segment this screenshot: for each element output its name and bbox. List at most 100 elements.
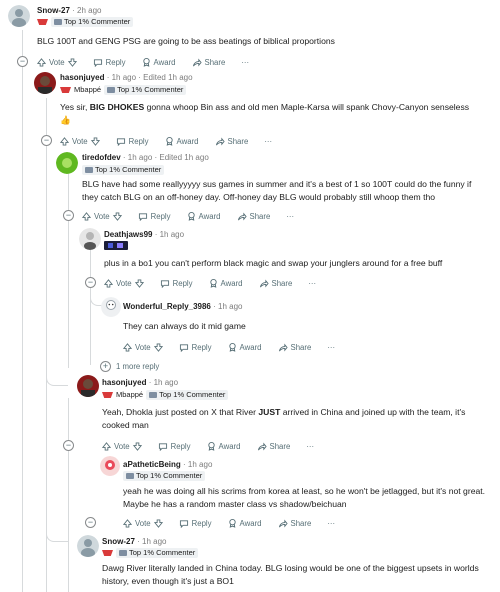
username[interactable]: Wonderful_Reply_3986 xyxy=(123,302,211,311)
avatar[interactable] xyxy=(8,5,30,27)
comment-actions: Vote Reply Award Share ··· xyxy=(60,135,288,147)
award-button[interactable]: Award xyxy=(165,136,199,146)
share-button[interactable]: Share xyxy=(237,212,270,221)
more-options-button[interactable]: ··· xyxy=(327,343,335,352)
collapse-button[interactable]: − xyxy=(85,517,96,528)
downvote-icon xyxy=(153,518,163,528)
timestamp[interactable]: 1h ago xyxy=(112,73,136,82)
award-button[interactable]: Award xyxy=(228,342,262,352)
award-button[interactable]: Award xyxy=(228,518,262,528)
username[interactable]: Snow-27 xyxy=(37,6,70,15)
share-button[interactable]: Share xyxy=(278,519,311,528)
award-button[interactable]: Award xyxy=(142,57,176,67)
thread-line[interactable] xyxy=(68,168,69,368)
username[interactable]: aPatheticBeing xyxy=(123,460,181,469)
avatar[interactable] xyxy=(101,297,121,317)
share-icon xyxy=(192,58,202,66)
vote-button[interactable]: Vote xyxy=(60,137,100,146)
award-icon xyxy=(187,211,195,221)
collapse-button[interactable]: − xyxy=(63,210,74,221)
username[interactable]: hasonjuyed xyxy=(60,73,104,82)
badge-icon xyxy=(119,550,127,556)
username[interactable]: hasonjuyed xyxy=(102,378,146,387)
more-options-button[interactable]: ··· xyxy=(264,137,272,146)
vote-button[interactable]: Vote xyxy=(82,212,122,221)
badge-icon xyxy=(85,167,93,173)
upvote-icon xyxy=(102,441,111,451)
share-button[interactable]: Share xyxy=(215,137,248,146)
share-button[interactable]: Share xyxy=(259,279,292,288)
award-button[interactable]: Award xyxy=(187,211,221,221)
comment-body: BLG 100T and GENG PSG are going to be as… xyxy=(37,36,335,46)
share-icon xyxy=(278,343,288,351)
collapse-button[interactable]: − xyxy=(85,277,96,288)
timestamp[interactable]: 1h ago xyxy=(128,153,152,162)
username[interactable]: Deathjaws99 xyxy=(104,230,152,239)
timestamp[interactable]: 1h ago xyxy=(218,302,242,311)
avatar[interactable] xyxy=(77,535,99,557)
avatar[interactable] xyxy=(56,152,78,174)
reply-button[interactable]: Reply xyxy=(93,58,126,67)
timestamp[interactable]: 1h ago xyxy=(154,378,178,387)
thread-line[interactable] xyxy=(46,98,47,592)
thread-line[interactable] xyxy=(68,398,69,592)
expand-icon: + xyxy=(100,361,111,372)
upvote-icon xyxy=(82,211,91,221)
reply-button[interactable]: Reply xyxy=(138,212,171,221)
vote-button[interactable]: Vote xyxy=(104,279,144,288)
reply-button[interactable]: Reply xyxy=(179,519,212,528)
avatar[interactable] xyxy=(77,375,99,397)
more-options-button[interactable]: ··· xyxy=(241,58,249,67)
reply-button[interactable]: Reply xyxy=(116,137,149,146)
reply-button[interactable]: Reply xyxy=(160,279,193,288)
avatar[interactable] xyxy=(34,72,56,94)
more-options-button[interactable]: ··· xyxy=(286,212,294,221)
more-options-button[interactable]: ··· xyxy=(306,442,314,451)
more-options-button[interactable]: ··· xyxy=(308,279,316,288)
comment-body: Yeah, Dhokla just posted on X that River… xyxy=(102,407,466,430)
award-icon xyxy=(228,342,236,352)
username[interactable]: Snow-27 xyxy=(102,537,135,546)
timestamp[interactable]: 2h ago xyxy=(77,6,101,15)
timestamp[interactable]: 1h ago xyxy=(188,460,212,469)
comment-body: plus in a bo1 you can't perform black ma… xyxy=(104,258,443,268)
share-button[interactable]: Share xyxy=(278,343,311,352)
avatar[interactable] xyxy=(79,228,101,250)
vote-button[interactable]: Vote xyxy=(37,58,77,67)
thread-line[interactable] xyxy=(90,250,91,365)
share-button[interactable]: Share xyxy=(257,442,290,451)
badge-icon xyxy=(126,473,134,479)
reply-button[interactable]: Reply xyxy=(179,343,212,352)
share-button[interactable]: Share xyxy=(192,58,225,67)
reply-icon xyxy=(179,519,188,528)
vote-button[interactable]: Vote xyxy=(123,343,163,352)
share-icon xyxy=(215,137,225,145)
username[interactable]: tiredofdev xyxy=(82,153,121,162)
collapse-button[interactable]: − xyxy=(63,440,74,451)
share-icon xyxy=(259,279,269,287)
vote-button[interactable]: Vote xyxy=(123,519,163,528)
timestamp[interactable]: 1h ago xyxy=(160,230,184,239)
timestamp[interactable]: 1h ago xyxy=(142,537,166,546)
collapse-button[interactable]: − xyxy=(41,135,52,146)
comment-actions: Vote Reply Award Share ··· xyxy=(102,440,330,452)
badge-icon xyxy=(107,87,116,93)
upvote-icon xyxy=(104,278,113,288)
more-options-button[interactable]: ··· xyxy=(327,519,335,528)
upvote-icon xyxy=(60,136,69,146)
thread-line[interactable] xyxy=(22,30,23,592)
team-flair-icon xyxy=(37,19,48,25)
collapse-button[interactable]: − xyxy=(17,56,28,67)
award-button[interactable]: Award xyxy=(207,441,241,451)
reply-button[interactable]: Reply xyxy=(158,442,191,451)
award-button[interactable]: Award xyxy=(209,278,243,288)
share-icon xyxy=(237,212,247,220)
avatar[interactable] xyxy=(100,456,120,476)
upvote-icon xyxy=(123,518,132,528)
downvote-icon xyxy=(90,136,100,146)
downvote-icon xyxy=(132,441,142,451)
vote-button[interactable]: Vote xyxy=(102,442,142,451)
team-flair-icon xyxy=(102,392,113,398)
comment-body: yeah he was doing all his scrims from ko… xyxy=(123,486,486,509)
more-replies-link[interactable]: + 1 more reply xyxy=(100,361,159,372)
